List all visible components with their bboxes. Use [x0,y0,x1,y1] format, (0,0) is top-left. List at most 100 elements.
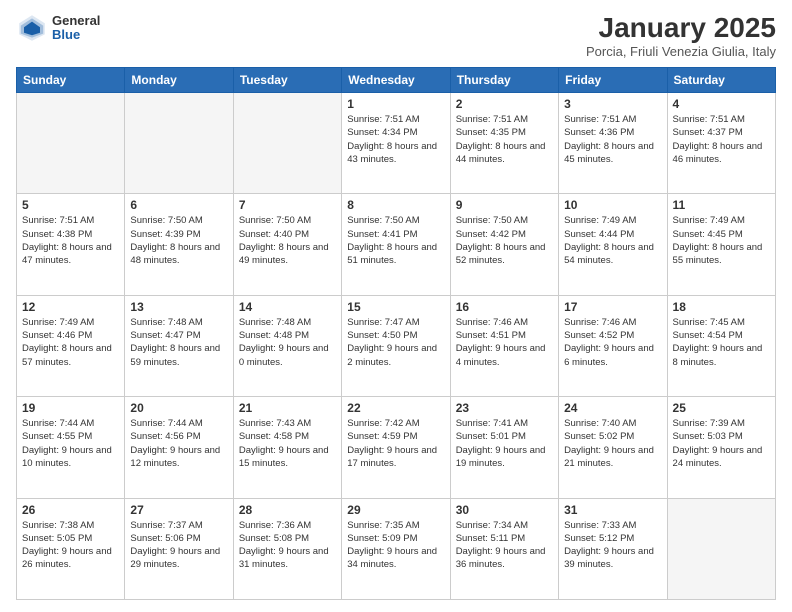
calendar-week-row: 19 Sunrise: 7:44 AM Sunset: 4:55 PM Dayli… [17,397,776,498]
day-info: Sunrise: 7:33 AM Sunset: 5:12 PM Dayligh… [564,519,661,572]
page: General Blue January 2025 Porcia, Friuli… [0,0,792,612]
day-number: 2 [456,97,553,111]
calendar-day-cell: 26Sunrise: 7:38 AM Sunset: 5:05 PM Dayli… [17,498,125,599]
day-number: 14 [239,300,336,314]
day-info: Sunrise: 7:37 AM Sunset: 5:06 PM Dayligh… [130,519,227,572]
calendar-day-cell: 13 Sunrise: 7:48 AM Sunset: 4:47 PM Dayli… [125,295,233,396]
calendar-day-cell [125,93,233,194]
day-number: 16 [456,300,553,314]
day-info: Sunrise: 7:46 AM Sunset: 4:52 PM Dayligh… [564,316,661,369]
day-number: 23 [456,401,553,415]
day-info: Sunrise: 7:51 AM Sunset: 4:36 PM Dayligh… [564,113,661,166]
day-info: Sunrise: 7:44 AM Sunset: 4:55 PM Dayligh… [22,417,119,470]
calendar-day-cell: 15Sunrise: 7:47 AM Sunset: 4:50 PM Dayli… [342,295,450,396]
calendar-week-row: 1 Sunrise: 7:51 AM Sunset: 4:34 PM Daylig… [17,93,776,194]
calendar-day-cell: 25Sunrise: 7:39 AM Sunset: 5:03 PM Dayli… [667,397,775,498]
day-number: 20 [130,401,227,415]
calendar-day-cell: 21 Sunrise: 7:43 AM Sunset: 4:58 PM Dayli… [233,397,341,498]
day-number: 19 [22,401,119,415]
logo-text: General Blue [52,14,100,43]
calendar-day-cell: 27Sunrise: 7:37 AM Sunset: 5:06 PM Dayli… [125,498,233,599]
day-number: 8 [347,198,444,212]
day-info: Sunrise: 7:51 AM Sunset: 4:35 PM Dayligh… [456,113,553,166]
day-number: 25 [673,401,770,415]
day-info: Sunrise: 7:42 AM Sunset: 4:59 PM Dayligh… [347,417,444,470]
logo-general: General [52,14,100,28]
day-info: Sunrise: 7:50 AM Sunset: 4:41 PM Dayligh… [347,214,444,267]
calendar-day-cell: 1 Sunrise: 7:51 AM Sunset: 4:34 PM Daylig… [342,93,450,194]
day-number: 7 [239,198,336,212]
calendar-day-cell: 24 Sunrise: 7:40 AM Sunset: 5:02 PM Dayli… [559,397,667,498]
day-info: Sunrise: 7:40 AM Sunset: 5:02 PM Dayligh… [564,417,661,470]
day-info: Sunrise: 7:50 AM Sunset: 4:39 PM Dayligh… [130,214,227,267]
calendar-day-cell [17,93,125,194]
day-number: 30 [456,503,553,517]
calendar-day-cell: 16 Sunrise: 7:46 AM Sunset: 4:51 PM Dayli… [450,295,558,396]
calendar-day-cell: 22Sunrise: 7:42 AM Sunset: 4:59 PM Dayli… [342,397,450,498]
day-number: 21 [239,401,336,415]
calendar-day-cell: 17 Sunrise: 7:46 AM Sunset: 4:52 PM Dayli… [559,295,667,396]
calendar-day-cell: 20 Sunrise: 7:44 AM Sunset: 4:56 PM Dayli… [125,397,233,498]
day-info: Sunrise: 7:49 AM Sunset: 4:44 PM Dayligh… [564,214,661,267]
day-info: Sunrise: 7:51 AM Sunset: 4:34 PM Dayligh… [347,113,444,166]
calendar-day-cell: 28Sunrise: 7:36 AM Sunset: 5:08 PM Dayli… [233,498,341,599]
day-info: Sunrise: 7:50 AM Sunset: 4:42 PM Dayligh… [456,214,553,267]
day-info: Sunrise: 7:35 AM Sunset: 5:09 PM Dayligh… [347,519,444,572]
weekday-header-cell: Saturday [667,68,775,93]
day-number: 11 [673,198,770,212]
calendar-day-cell: 4Sunrise: 7:51 AM Sunset: 4:37 PM Daylig… [667,93,775,194]
calendar-day-cell: 2 Sunrise: 7:51 AM Sunset: 4:35 PM Daylig… [450,93,558,194]
day-number: 31 [564,503,661,517]
day-number: 24 [564,401,661,415]
day-info: Sunrise: 7:46 AM Sunset: 4:51 PM Dayligh… [456,316,553,369]
calendar-week-row: 26Sunrise: 7:38 AM Sunset: 5:05 PM Dayli… [17,498,776,599]
calendar-day-cell: 31 Sunrise: 7:33 AM Sunset: 5:12 PM Dayli… [559,498,667,599]
day-info: Sunrise: 7:50 AM Sunset: 4:40 PM Dayligh… [239,214,336,267]
weekday-header-row: SundayMondayTuesdayWednesdayThursdayFrid… [17,68,776,93]
day-number: 17 [564,300,661,314]
day-number: 4 [673,97,770,111]
calendar-day-cell: 30 Sunrise: 7:34 AM Sunset: 5:11 PM Dayli… [450,498,558,599]
weekday-header-cell: Monday [125,68,233,93]
calendar-day-cell: 7 Sunrise: 7:50 AM Sunset: 4:40 PM Daylig… [233,194,341,295]
day-number: 18 [673,300,770,314]
calendar-day-cell: 14 Sunrise: 7:48 AM Sunset: 4:48 PM Dayli… [233,295,341,396]
day-number: 13 [130,300,227,314]
day-info: Sunrise: 7:51 AM Sunset: 4:38 PM Dayligh… [22,214,119,267]
weekday-header-cell: Thursday [450,68,558,93]
calendar-day-cell: 5Sunrise: 7:51 AM Sunset: 4:38 PM Daylig… [17,194,125,295]
day-number: 12 [22,300,119,314]
day-info: Sunrise: 7:49 AM Sunset: 4:46 PM Dayligh… [22,316,119,369]
day-number: 6 [130,198,227,212]
logo-icon [16,12,48,44]
day-info: Sunrise: 7:43 AM Sunset: 4:58 PM Dayligh… [239,417,336,470]
day-info: Sunrise: 7:48 AM Sunset: 4:47 PM Dayligh… [130,316,227,369]
weekday-header-cell: Friday [559,68,667,93]
logo-blue: Blue [52,28,100,42]
weekday-header-cell: Sunday [17,68,125,93]
logo: General Blue [16,12,100,44]
day-number: 1 [347,97,444,111]
calendar-body: 1 Sunrise: 7:51 AM Sunset: 4:34 PM Daylig… [17,93,776,600]
day-info: Sunrise: 7:45 AM Sunset: 4:54 PM Dayligh… [673,316,770,369]
day-info: Sunrise: 7:38 AM Sunset: 5:05 PM Dayligh… [22,519,119,572]
weekday-header-cell: Wednesday [342,68,450,93]
calendar-day-cell: 29Sunrise: 7:35 AM Sunset: 5:09 PM Dayli… [342,498,450,599]
month-title: January 2025 [586,12,776,44]
location-subtitle: Porcia, Friuli Venezia Giulia, Italy [586,44,776,59]
calendar-day-cell: 8 Sunrise: 7:50 AM Sunset: 4:41 PM Daylig… [342,194,450,295]
calendar-day-cell: 18 Sunrise: 7:45 AM Sunset: 4:54 PM Dayli… [667,295,775,396]
day-info: Sunrise: 7:49 AM Sunset: 4:45 PM Dayligh… [673,214,770,267]
calendar-day-cell: 3 Sunrise: 7:51 AM Sunset: 4:36 PM Daylig… [559,93,667,194]
title-block: January 2025 Porcia, Friuli Venezia Giul… [586,12,776,59]
day-info: Sunrise: 7:44 AM Sunset: 4:56 PM Dayligh… [130,417,227,470]
day-number: 15 [347,300,444,314]
calendar-day-cell [667,498,775,599]
calendar-day-cell: 10Sunrise: 7:49 AM Sunset: 4:44 PM Dayli… [559,194,667,295]
day-number: 3 [564,97,661,111]
day-info: Sunrise: 7:48 AM Sunset: 4:48 PM Dayligh… [239,316,336,369]
day-info: Sunrise: 7:34 AM Sunset: 5:11 PM Dayligh… [456,519,553,572]
day-number: 9 [456,198,553,212]
calendar-table: SundayMondayTuesdayWednesdayThursdayFrid… [16,67,776,600]
calendar-day-cell: 11 Sunrise: 7:49 AM Sunset: 4:45 PM Dayli… [667,194,775,295]
